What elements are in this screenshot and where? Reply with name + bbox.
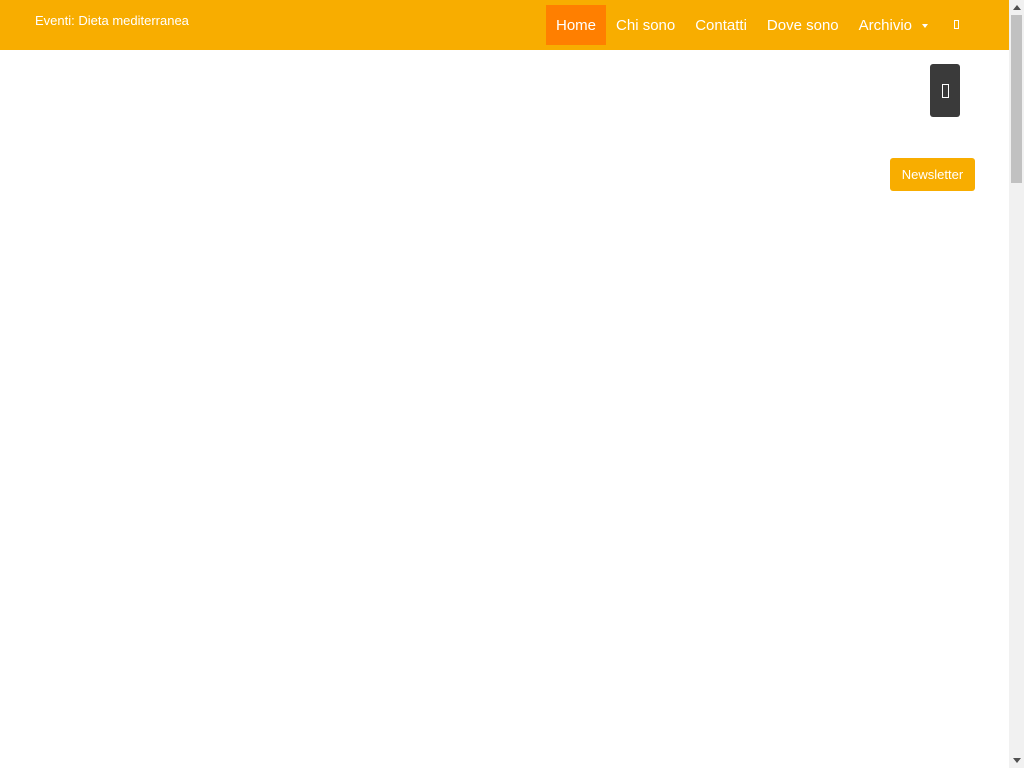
nav-item-archivio[interactable]: Archivio [849,5,938,45]
nav-item-label: Archivio [858,16,912,34]
main-nav: Home Chi sono Contatti Dove sono Archivi… [546,5,938,45]
site-title[interactable]: Eventi: Dieta mediterranea [35,13,189,28]
nav-item-contatti[interactable]: Contatti [685,5,757,45]
search-button[interactable] [950,17,962,32]
newsletter-label: Newsletter [901,167,964,182]
arrow-down-icon [1012,758,1021,763]
search-icon [953,20,959,29]
nav-item-label: Home [556,16,597,34]
nav-item-label: Dove sono [766,16,839,34]
scrollbar-thumb[interactable] [1011,15,1022,183]
nav-item-label: Contatti [695,16,747,34]
page: Eventi: Dieta mediterranea Home Chi sono… [0,0,1024,768]
sidebar-toggle-button[interactable] [930,64,960,117]
scroll-up-button[interactable] [1009,0,1024,15]
nav-item-home[interactable]: Home [546,5,607,45]
nav-item-label: Chi sono [616,16,676,34]
top-navbar: Eventi: Dieta mediterranea Home Chi sono… [0,0,1009,50]
scroll-down-button[interactable] [1009,753,1024,768]
toggle-icon [941,83,949,98]
caret-down-icon [922,23,928,28]
arrow-up-icon [1012,5,1021,10]
nav-item-chi-sono[interactable]: Chi sono [606,5,685,45]
vertical-scrollbar[interactable] [1009,0,1024,768]
nav-item-dove-sono[interactable]: Dove sono [757,5,849,45]
newsletter-button[interactable]: Newsletter [890,158,975,191]
